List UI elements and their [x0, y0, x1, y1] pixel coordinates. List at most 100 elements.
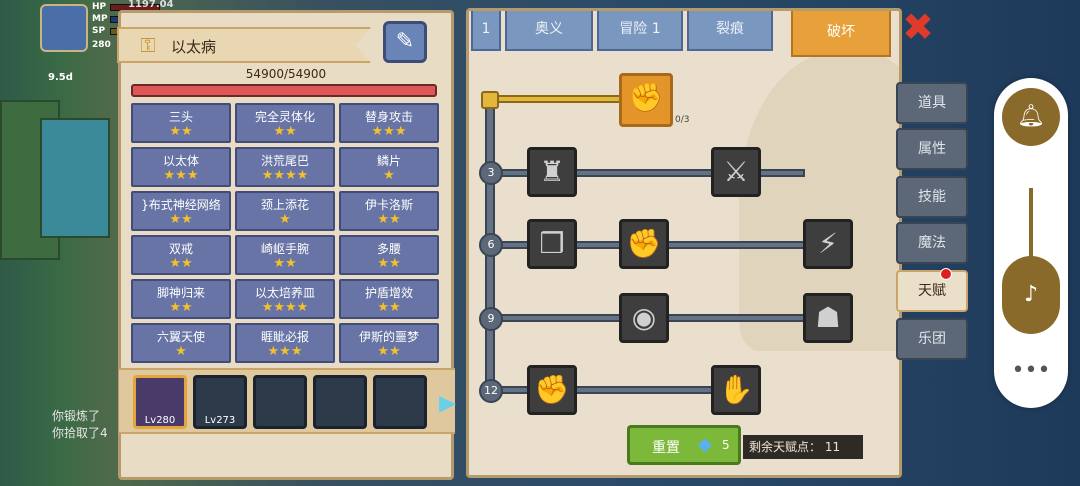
trait-stars: ★★★★ — [261, 300, 309, 315]
pet-slot[interactable]: Lv280 — [133, 375, 187, 429]
player-avatar[interactable] — [40, 4, 88, 52]
close-button[interactable]: ✖ — [900, 8, 936, 46]
pet-slot[interactable]: Lv273 — [193, 375, 247, 429]
trait-name: 伊卡洛斯 — [364, 198, 413, 212]
pet-slot[interactable] — [253, 375, 307, 429]
trait-cell[interactable]: 完全灵体化 ★★ — [235, 103, 335, 143]
side-tab-band[interactable]: 乐团 — [896, 318, 968, 360]
trait-cell[interactable]: }布式神经网络 ★★ — [131, 191, 231, 231]
trait-stars: ★ — [279, 212, 291, 227]
talent-dagger[interactable]: ⚔ — [711, 147, 761, 197]
trait-cell[interactable]: 颈上添花 ★ — [235, 191, 335, 231]
pet-slot[interactable] — [313, 375, 367, 429]
tab-1[interactable]: 1 — [471, 11, 501, 51]
player-level: 280 — [92, 40, 111, 50]
hp-label: HP — [92, 2, 107, 12]
bat-icon: ☗ — [815, 301, 841, 334]
notification-dot — [940, 268, 952, 280]
trait-cell[interactable]: 三头 ★★ — [131, 103, 231, 143]
mp-label: MP — [92, 14, 108, 24]
music-button[interactable]: ♪ — [1002, 256, 1060, 334]
key-icon: ⚿ — [140, 33, 156, 57]
trait-cell[interactable]: 六翼天使 ★ — [131, 323, 231, 363]
talent-fist-alt[interactable]: ✋ — [711, 365, 761, 415]
pet-slot[interactable] — [373, 375, 427, 429]
trait-name: 颈上添花 — [260, 198, 309, 212]
trait-cell[interactable]: 多腰 ★★ — [339, 235, 439, 275]
talent-punch[interactable]: ✊ — [619, 219, 669, 269]
syringe-icon: ✎ — [395, 29, 415, 54]
pet-hp-bar — [131, 84, 437, 97]
talent-fist[interactable]: ✊ — [527, 365, 577, 415]
trait-name: 六翼天使 — [156, 330, 205, 344]
trait-stars: ★ — [175, 344, 187, 359]
bell-button[interactable]: 🔔︎ — [1002, 88, 1060, 146]
side-tab-items[interactable]: 道具 — [896, 82, 968, 124]
talent-count: 0/3 — [675, 115, 690, 125]
trait-name: 双戒 — [168, 242, 193, 256]
trait-cell[interactable]: 睚眦必报 ★★★ — [235, 323, 335, 363]
talent-slash[interactable]: ⚡ — [803, 219, 853, 269]
trait-cell[interactable]: 脚神归来 ★★ — [131, 279, 231, 319]
pet-header: ⚿ 以太病 — [117, 27, 371, 63]
trait-cell[interactable]: 护盾增效 ★★ — [339, 279, 439, 319]
trait-cell[interactable]: 伊卡洛斯 ★★ — [339, 191, 439, 231]
more-icon[interactable]: ••• — [994, 358, 1068, 383]
hp-value: 1197.04 — [128, 0, 174, 10]
slot-level: Lv280 — [144, 415, 176, 426]
trait-stars: ★★★ — [267, 344, 303, 359]
trait-name: 三头 — [168, 110, 193, 124]
trait-name: 鳞片 — [376, 154, 401, 168]
trait-cell[interactable]: 以太体 ★★★ — [131, 147, 231, 187]
trait-name: 替身攻击 — [364, 110, 413, 124]
side-tab-talent[interactable]: 天赋 — [896, 270, 968, 312]
tier-level: 6 — [479, 233, 503, 257]
buff-timer: 9.5d — [48, 72, 73, 83]
pet-name: 以太病 — [171, 38, 217, 56]
trait-stars: ★★ — [377, 300, 401, 315]
side-tab-magic[interactable]: 魔法 — [896, 222, 968, 264]
slash-icon: ⚡ — [818, 227, 838, 260]
dagger-icon: ⚔ — [723, 155, 749, 188]
trait-name: }布式神经网络 — [141, 198, 221, 212]
side-tab-skills[interactable]: 技能 — [896, 176, 968, 218]
trait-stars: ★★ — [169, 212, 193, 227]
talent-vortex[interactable]: ◉ — [619, 293, 669, 343]
tab-destroy[interactable]: 破坏 — [791, 11, 891, 57]
trait-stars: ★★ — [169, 256, 193, 271]
talent-scroll[interactable]: ❒ — [527, 219, 577, 269]
reset-label: 重置 — [652, 440, 680, 456]
trait-stars: ★★ — [377, 344, 401, 359]
trait-name: 崎岖手腕 — [260, 242, 309, 256]
syringe-button[interactable]: ✎ — [383, 21, 427, 63]
trait-stars: ★★ — [377, 212, 401, 227]
tab-rift[interactable]: 裂痕 — [687, 11, 773, 51]
tab-adventure[interactable]: 冒险 1 — [597, 11, 683, 51]
punch-icon: ✊ — [626, 227, 662, 260]
trait-cell[interactable]: 以太培养皿 ★★★★ — [235, 279, 335, 319]
talent-arm-wrestle[interactable]: ✊ — [619, 73, 673, 127]
pet-panel: ⚿ 以太病 ✎ 54900/54900 三头 ★★ 完全灵体化 ★★ 替身攻击 ★★★ 以太… — [117, 10, 456, 480]
next-arrow-icon[interactable]: ▶ — [439, 390, 459, 418]
trait-name: 完全灵体化 — [254, 110, 315, 124]
trait-cell[interactable]: 双戒 ★★ — [131, 235, 231, 275]
tab-aoyi[interactable]: 奥义 — [505, 11, 593, 51]
music-icon: ♪ — [1023, 282, 1039, 307]
trait-cell[interactable]: 伊斯的噩梦 ★★ — [339, 323, 439, 363]
reset-button[interactable]: 重置 ◆ 5 — [627, 425, 741, 465]
trait-cell[interactable]: 鳞片 ★ — [339, 147, 439, 187]
close-icon: ✖ — [902, 5, 934, 49]
pet-slots: Lv280 Lv273 ▶ — [119, 368, 456, 434]
trait-cell[interactable]: 洪荒尾巴 ★★★★ — [235, 147, 335, 187]
slot-level: Lv273 — [204, 415, 236, 426]
talent-bat[interactable]: ☗ — [803, 293, 853, 343]
trait-stars: ★★ — [273, 256, 297, 271]
trait-cell[interactable]: 崎岖手腕 ★★ — [235, 235, 335, 275]
side-tab-attributes[interactable]: 属性 — [896, 128, 968, 170]
body-icon: ♜ — [539, 155, 565, 188]
trait-name: 以太培养皿 — [254, 286, 315, 300]
pet-hp-text: 54900/54900 — [245, 67, 327, 81]
trait-cell[interactable]: 替身攻击 ★★★ — [339, 103, 439, 143]
trait-stars: ★★ — [169, 124, 193, 139]
talent-body[interactable]: ♜ — [527, 147, 577, 197]
